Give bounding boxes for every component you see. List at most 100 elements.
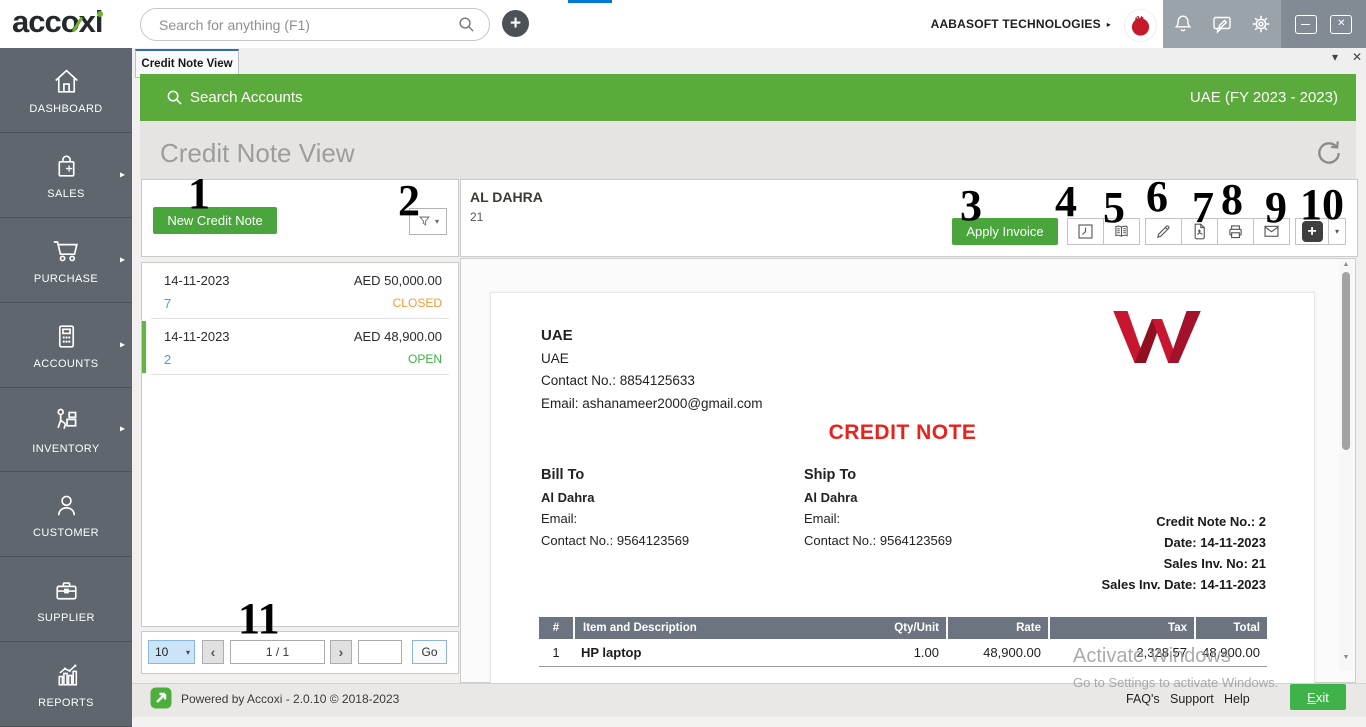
quick-add-button[interactable]: + — [502, 10, 529, 37]
annotation-6: 6 — [1146, 172, 1168, 221]
settings-gear-icon[interactable] — [1250, 13, 1272, 35]
document-scrollbar[interactable]: ▲ ▼ — [1339, 259, 1353, 671]
refresh-icon[interactable] — [1314, 138, 1343, 167]
customer-name: AL DAHRA — [470, 189, 543, 205]
sidebar-item-purchase[interactable]: PURCHASE ▸ — [0, 218, 132, 303]
annotation-1: 1 — [188, 169, 210, 218]
annotation-11: 11 — [238, 594, 280, 643]
sidebar-item-supplier[interactable]: SUPPLIER — [0, 557, 132, 643]
page-title: Credit Note View — [160, 138, 355, 168]
list-item[interactable]: 14-11-2023 AED 50,000.00 7 CLOSED — [142, 263, 458, 319]
prev-page-button[interactable]: ‹ — [202, 640, 224, 664]
help-link[interactable]: Help — [1224, 692, 1250, 706]
taskbar-hint — [568, 0, 612, 3]
close-button[interactable]: ✕ — [1330, 14, 1353, 34]
sidebar-item-accounts[interactable]: ACCOUNTS ▸ — [0, 303, 132, 388]
annotation-10: 10 — [1300, 180, 1344, 229]
page-size-select[interactable]: 10 ▾ — [148, 640, 195, 664]
sidebar-item-inventory[interactable]: INVENTORY ▸ — [0, 388, 132, 473]
search-accounts-button[interactable]: Search Accounts — [166, 89, 303, 106]
company-avatar[interactable] — [1124, 9, 1157, 42]
go-button[interactable]: Go — [412, 640, 447, 664]
selected-indicator — [142, 321, 146, 373]
tab-list-caret-icon[interactable]: ▾ — [1332, 51, 1338, 63]
minimize-button[interactable] — [1294, 14, 1317, 34]
faq-link[interactable]: FAQ's — [1126, 692, 1160, 706]
document-meta-block: Credit Note No.: 2 Date: 14-11-2023 Sale… — [1101, 511, 1266, 595]
org-name: UAE — [541, 327, 573, 344]
caret-down-icon: ▾ — [185, 647, 190, 657]
search-input[interactable] — [157, 15, 458, 34]
credit-note-date: 14-11-2023 — [164, 329, 230, 344]
footer-bottom-strip — [132, 717, 1366, 727]
top-bar: accoxi + AABASOFT TECHNOLOGIES ▸ — [0, 0, 1366, 49]
credit-note-document: UAE UAE Contact No.: 8854125633 Email: a… — [490, 292, 1315, 685]
sales-inv-date: Sales Inv. Date: 14-11-2023 — [1101, 577, 1266, 592]
notifications-icon[interactable] — [1172, 13, 1194, 35]
org-email: Email: ashanameer2000@gmail.com — [541, 395, 763, 411]
status-badge: CLOSED — [392, 296, 442, 310]
accounts-search-bar: Search Accounts UAE (FY 2023 - 2023) — [140, 74, 1356, 121]
submenu-arrow-icon: ▸ — [119, 254, 125, 266]
sales-invoice-number: 21 — [470, 210, 484, 224]
support-link[interactable]: Support — [1170, 692, 1214, 706]
app-window: accoxi + AABASOFT TECHNOLOGIES ▸ — [0, 0, 1366, 727]
global-search[interactable] — [140, 8, 490, 41]
close-icon: ✕ — [1337, 18, 1346, 29]
annotation-4: 4 — [1055, 177, 1077, 226]
accoxi-footer-logo — [150, 687, 172, 709]
messages-icon[interactable] — [1211, 13, 1233, 35]
annotation-8: 8 — [1221, 175, 1243, 224]
annotation-2: 2 — [398, 176, 420, 225]
company-name: AABASOFT TECHNOLOGIES — [930, 17, 1101, 31]
submenu-arrow-icon: ▸ — [119, 339, 125, 351]
table-row: 1 HP laptop 1.00 48,900.00 2,328.57 48,9… — [539, 639, 1267, 667]
org-contact: Contact No.: 8854125633 — [541, 373, 695, 388]
credit-note-number: 2 — [164, 352, 172, 367]
printer-icon — [1229, 225, 1242, 239]
credit-note-amount: AED 50,000.00 — [353, 273, 442, 288]
company-w-logo — [1111, 309, 1203, 365]
logo-green-dot — [96, 11, 103, 17]
edit-button[interactable] — [1145, 218, 1182, 245]
row-divider — [151, 374, 449, 375]
company-selector[interactable]: AABASOFT TECHNOLOGIES ▸ — [931, 0, 1111, 48]
scroll-up-icon[interactable]: ▲ — [1339, 261, 1353, 268]
annotation-7: 7 — [1192, 183, 1214, 232]
sidebar-item-dashboard[interactable]: DASHBOARD — [0, 48, 132, 133]
search-icon[interactable] — [458, 16, 475, 33]
topbar-icon-block — [1163, 0, 1281, 48]
submenu-arrow-icon: ▸ — [119, 169, 125, 181]
line-items-table: # Item and Description Qty/Unit Rate Tax… — [539, 617, 1267, 667]
window-controls: ✕ — [1281, 0, 1366, 48]
ship-to-block: Ship To Al Dahra Email: Contact No.: 956… — [804, 467, 953, 548]
company-arrow-icon: ▸ — [1106, 19, 1111, 29]
document-title: CREDIT NOTE — [828, 421, 977, 444]
credit-note-date: 14-11-2023 — [164, 273, 230, 288]
history-icon — [1078, 224, 1093, 239]
scrollbar-thumb[interactable] — [1342, 272, 1350, 450]
org-address-block: UAE UAE Contact No.: 8854125633 Email: a… — [541, 325, 763, 415]
next-page-button[interactable]: › — [330, 640, 352, 664]
accoxi-logo: accoxi — [12, 4, 104, 40]
annotation-5: 5 — [1103, 183, 1125, 232]
new-credit-note-button[interactable]: New Credit Note — [153, 207, 277, 234]
table-header-row: # Item and Description Qty/Unit Rate Tax… — [539, 617, 1267, 639]
list-item-selected[interactable]: 14-11-2023 AED 48,900.00 2 OPEN — [142, 319, 458, 375]
pagination-bar: 10 ▾ ‹ 1 / 1 › Go — [141, 631, 459, 674]
jump-page-input[interactable] — [359, 641, 401, 663]
scroll-down-icon[interactable]: ▼ — [1339, 654, 1353, 661]
search-icon — [167, 90, 182, 105]
edit-pencil-icon — [1157, 225, 1170, 238]
minimize-icon — [1301, 23, 1311, 25]
credit-note-date: Date: 14-11-2023 — [1164, 535, 1266, 550]
sidebar-item-reports[interactable]: REPORTS — [0, 642, 132, 727]
sidebar-item-sales[interactable]: SALES ▸ — [0, 133, 132, 218]
tab-close-icon[interactable]: ✕ — [1352, 51, 1362, 63]
credit-note-number: 7 — [164, 296, 172, 311]
annotation-9: 9 — [1265, 183, 1287, 232]
fiscal-year-label: UAE (FY 2023 - 2023) — [1189, 89, 1338, 106]
sidebar-nav: DASHBOARD SALES ▸ PURCHASE ▸ ACCOUNTS ▸ … — [0, 48, 132, 727]
exit-button[interactable]: Exit — [1290, 684, 1346, 710]
sidebar-item-customer[interactable]: CUSTOMER — [0, 472, 132, 558]
